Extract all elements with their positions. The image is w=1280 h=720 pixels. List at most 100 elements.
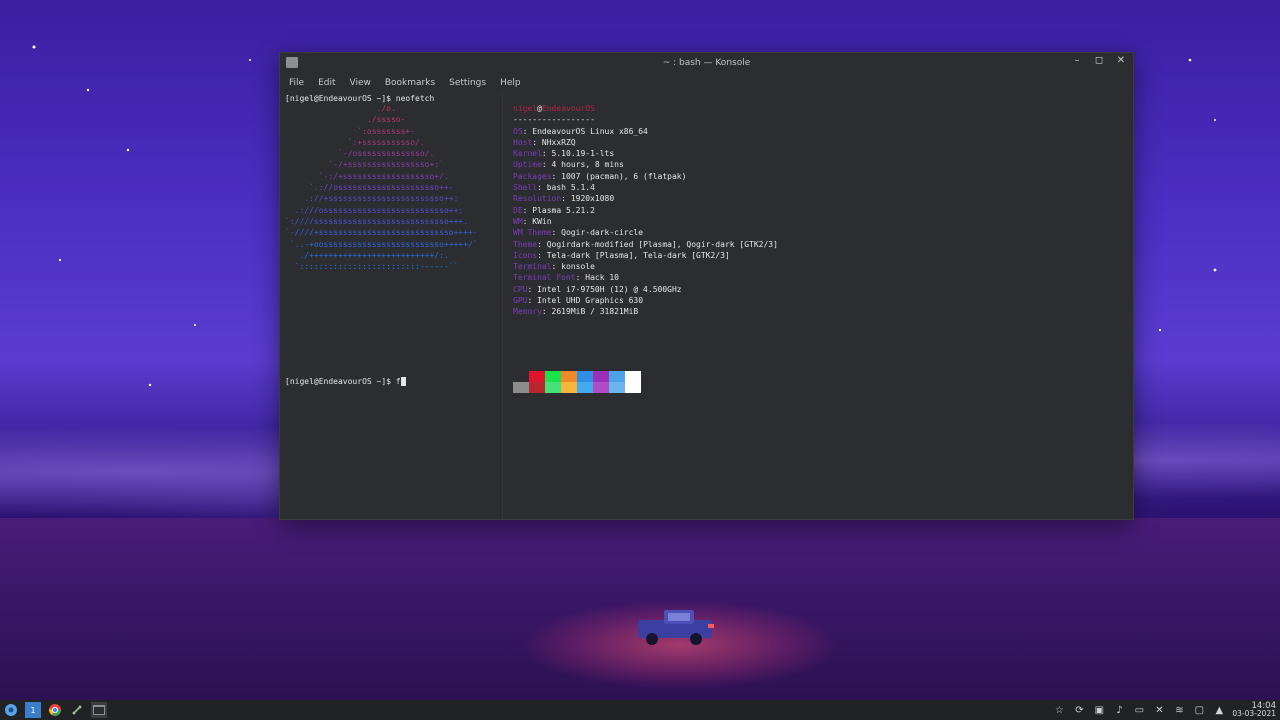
palette-swatch xyxy=(513,371,529,382)
menu-view[interactable]: View xyxy=(350,78,371,88)
title-bar[interactable]: ~ : bash — Konsole – ◻ ✕ xyxy=(280,53,1133,73)
info-value: Qogirdark-modified [Plasma], Qogir-dark … xyxy=(546,239,778,249)
ascii-logo-line: `-////+ssssssssssssssssssssssssssso++++- xyxy=(285,228,478,238)
menu-edit[interactable]: Edit xyxy=(318,78,335,88)
palette-swatch xyxy=(513,382,529,393)
konsole-icon[interactable] xyxy=(91,702,107,718)
info-line: Host: NHxxRZQ xyxy=(513,137,576,147)
terminal-area[interactable]: [nigel@EndeavourOS ~]$ neofetch ./o. ./s… xyxy=(280,93,1133,519)
clock[interactable]: 14:04 03-03-2021 xyxy=(1232,702,1276,718)
info-line: Kernel: 5.10.19-1-lts xyxy=(513,149,615,159)
info-label: DE xyxy=(513,205,523,215)
ascii-logo-line: `.://osssssssssssssssssssso++- xyxy=(285,183,454,193)
palette-swatch xyxy=(625,371,641,382)
info-label: GPU xyxy=(513,296,528,306)
menu-file[interactable]: File xyxy=(289,78,304,88)
clock-date: 03-03-2021 xyxy=(1232,709,1276,718)
user-host-line: nigel@EndeavourOS xyxy=(513,104,595,113)
ascii-logo-line: `-/ossssssssssssso/. xyxy=(285,149,435,159)
palette-swatch xyxy=(593,371,609,382)
info-value: NHxxRZQ xyxy=(541,137,576,147)
menu-settings[interactable]: Settings xyxy=(449,78,486,88)
update-icon[interactable]: ⟳ xyxy=(1072,703,1086,717)
palette-swatch xyxy=(577,371,593,382)
info-label: Uptime xyxy=(513,160,542,170)
palette-swatch xyxy=(561,382,577,393)
palette-swatch xyxy=(545,371,561,382)
ascii-logo-line: .://+ssssssssssssssssssssssso++: xyxy=(285,194,459,204)
volume-icon[interactable]: ♪ xyxy=(1112,703,1126,717)
konsole-app-icon[interactable] xyxy=(286,57,298,68)
info-line: CPU: Intel i7-9750H (12) @ 4.500GHz xyxy=(513,284,682,294)
ascii-logo-line: ./++++++++++++++++++++++++++/:. xyxy=(285,250,449,260)
battery-icon[interactable]: ▭ xyxy=(1132,703,1146,717)
separator-line: ----------------- xyxy=(513,115,595,125)
info-label: Icons xyxy=(513,250,538,260)
tools-icon[interactable] xyxy=(69,702,85,718)
endeavouros-ascii-logo: ./o. ./sssso- `:osssssss+- `:+ssssssssss… xyxy=(285,103,478,272)
truck-image xyxy=(638,610,714,645)
menu-bar: File Edit View Bookmarks Settings Help xyxy=(280,73,1133,93)
info-line: GPU: Intel UHD Graphics 630 xyxy=(513,296,644,306)
info-line: OS: EndeavourOS Linux x86_64 xyxy=(513,126,648,136)
menu-help[interactable]: Help xyxy=(500,78,521,88)
info-value: 1920x1080 xyxy=(570,194,615,204)
info-line: Resolution: 1920x1080 xyxy=(513,194,615,204)
konsole-window: ~ : bash — Konsole – ◻ ✕ File Edit View … xyxy=(279,52,1134,520)
info-line: WM Theme: Qogir-dark-circle xyxy=(513,228,644,238)
menu-bookmarks[interactable]: Bookmarks xyxy=(385,78,435,88)
palette-swatch xyxy=(545,382,561,393)
ascii-logo-line: `-:/+sssssssssssssssssso+/. xyxy=(285,171,449,181)
ascii-logo-line: ./o. xyxy=(285,104,396,113)
info-value: KWin xyxy=(532,216,552,226)
info-value: EndeavourOS Linux x86_64 xyxy=(532,126,648,136)
info-line: Uptime: 4 hours, 8 mins xyxy=(513,160,624,170)
ascii-logo-line: `..-+oosssssssssssssssssssssssso+++++/` xyxy=(285,239,478,249)
info-value: Qogir-dark-circle xyxy=(561,228,644,238)
ascii-logo-line: `:osssssss+- xyxy=(285,126,416,136)
clipboard-icon[interactable]: ▣ xyxy=(1092,703,1106,717)
close-button[interactable]: ✕ xyxy=(1115,55,1127,66)
virtual-desktop-icon[interactable]: 1 xyxy=(25,702,41,718)
info-value: Tela-dark [Plasma], Tela-dark [GTK2/3] xyxy=(546,250,730,260)
app-launcher-icon[interactable] xyxy=(3,702,19,718)
info-value: Intel UHD Graphics 630 xyxy=(537,296,644,306)
wifi-icon[interactable]: ≋ xyxy=(1172,703,1186,717)
minimize-button[interactable]: – xyxy=(1071,55,1083,66)
system-info: nigel@EndeavourOS ----------------- OS: … xyxy=(513,103,778,316)
chrome-icon[interactable] xyxy=(47,702,63,718)
ascii-logo-line: `:::::::::::::::::::::::::------`` xyxy=(285,262,459,272)
info-label: WM Theme xyxy=(513,228,552,238)
ascii-logo-line: `-/+sssssssssssssssso+:` xyxy=(285,160,444,170)
info-value: bash 5.1.4 xyxy=(546,183,595,193)
command-prompt-current[interactable]: [nigel@EndeavourOS ~]$ f xyxy=(285,376,406,387)
color-palette xyxy=(513,371,641,393)
info-label: Theme xyxy=(513,239,538,249)
info-value: Intel i7-9750H (12) @ 4.500GHz xyxy=(537,284,682,294)
info-line: Packages: 1007 (pacman), 6 (flatpak) xyxy=(513,171,687,181)
ascii-logo-line: ./sssso- xyxy=(285,115,406,125)
info-label: Host xyxy=(513,137,533,147)
info-label: Packages xyxy=(513,171,552,181)
info-label: OS xyxy=(513,126,523,136)
palette-swatch xyxy=(609,371,625,382)
info-value: Hack 10 xyxy=(585,273,619,283)
text-cursor xyxy=(400,377,406,386)
mic-muted-icon[interactable]: ✕ xyxy=(1152,703,1166,717)
info-label: Shell xyxy=(513,183,538,193)
star-icon[interactable]: ☆ xyxy=(1052,703,1066,717)
info-label: Terminal xyxy=(513,262,552,272)
info-line: Terminal Font: Hack 10 xyxy=(513,273,619,283)
info-value: konsole xyxy=(561,262,595,272)
palette-swatch xyxy=(529,382,545,393)
info-label: WM xyxy=(513,216,523,226)
info-label: Terminal Font xyxy=(513,273,576,283)
info-line: Icons: Tela-dark [Plasma], Tela-dark [GT… xyxy=(513,250,730,260)
info-line: Theme: Qogirdark-modified [Plasma], Qogi… xyxy=(513,239,778,249)
monitor-icon[interactable]: ▢ xyxy=(1192,703,1206,717)
palette-swatch xyxy=(529,371,545,382)
expand-tray-icon[interactable]: ▲ xyxy=(1212,703,1226,717)
info-line: Terminal: konsole xyxy=(513,262,595,272)
info-value: 5.10.19-1-lts xyxy=(551,149,615,159)
maximize-button[interactable]: ◻ xyxy=(1093,55,1105,66)
